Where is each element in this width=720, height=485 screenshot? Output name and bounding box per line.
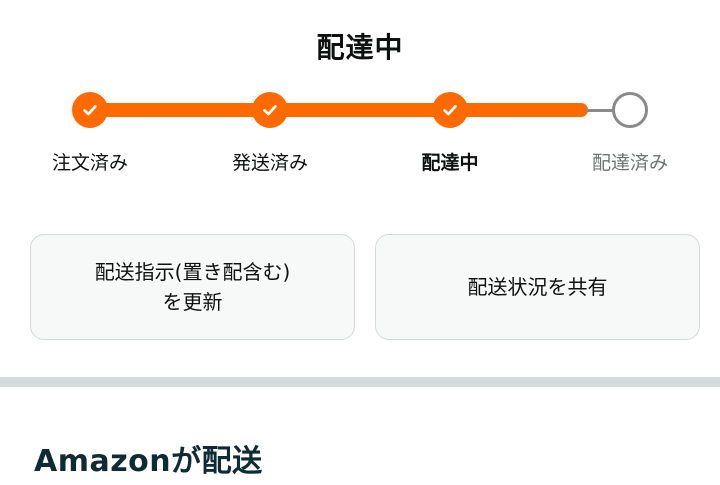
step-label-out-for-delivery: 配達中 [421, 152, 479, 174]
step-delivered-circle-icon [612, 92, 648, 128]
delivered-by-heading: Amazonが配送 [34, 444, 263, 479]
delivery-status-page: 配達中 注文済み 発送済み 配達中 配達済み 配送指示(置き配含む) を更新 配… [0, 0, 720, 485]
step-label-shipped: 発送済み [231, 152, 308, 174]
share-delivery-status-button[interactable]: 配送状況を共有 [375, 234, 700, 340]
step-label-ordered: 注文済み [51, 152, 128, 174]
progress-tracker: 注文済み 発送済み 配達中 配達済み [0, 0, 720, 200]
update-delivery-instructions-button[interactable]: 配送指示(置き配含む) を更新 [30, 234, 355, 340]
progress-bar-filled [88, 103, 588, 117]
section-divider [0, 377, 720, 387]
step-out-for-delivery-check-icon [432, 92, 468, 128]
update-delivery-instructions-label: 配送指示(置き配含む) を更新 [95, 257, 291, 317]
share-delivery-status-label: 配送状況を共有 [467, 275, 608, 299]
update-delivery-instructions-line2: を更新 [162, 290, 223, 314]
step-shipped-check-icon [252, 92, 288, 128]
step-ordered-check-icon [72, 92, 108, 128]
step-label-delivered: 配達済み [591, 152, 668, 174]
update-delivery-instructions-line1: 配送指示(置き配含む) [94, 260, 291, 284]
